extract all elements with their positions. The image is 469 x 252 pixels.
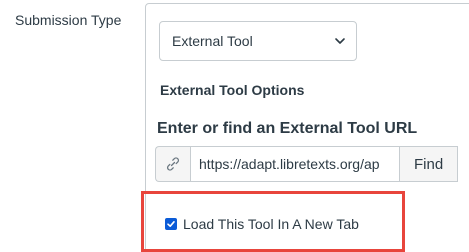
- external-tool-url-heading: Enter or find an External Tool URL: [157, 120, 418, 137]
- url-prefix: [155, 146, 190, 182]
- link-icon: [167, 157, 179, 171]
- submission-settings: Submission Type External Tool External T…: [0, 0, 469, 252]
- external-tool-url-input[interactable]: [190, 146, 400, 182]
- submission-type-select[interactable]: External Tool: [159, 21, 357, 61]
- external-tool-options-heading: External Tool Options: [160, 82, 305, 98]
- new-tab-checkbox-label: Load This Tool In A New Tab: [183, 216, 359, 232]
- submission-type-value: External Tool: [172, 33, 253, 49]
- find-button[interactable]: Find: [400, 146, 459, 182]
- external-tool-url-row: Find: [155, 146, 469, 182]
- new-tab-checkbox[interactable]: [165, 218, 177, 230]
- checkmark-icon: [167, 221, 175, 227]
- new-tab-checkbox-row[interactable]: Load This Tool In A New Tab: [165, 216, 359, 232]
- chevron-down-icon: [335, 38, 345, 44]
- submission-type-label: Submission Type: [15, 12, 122, 28]
